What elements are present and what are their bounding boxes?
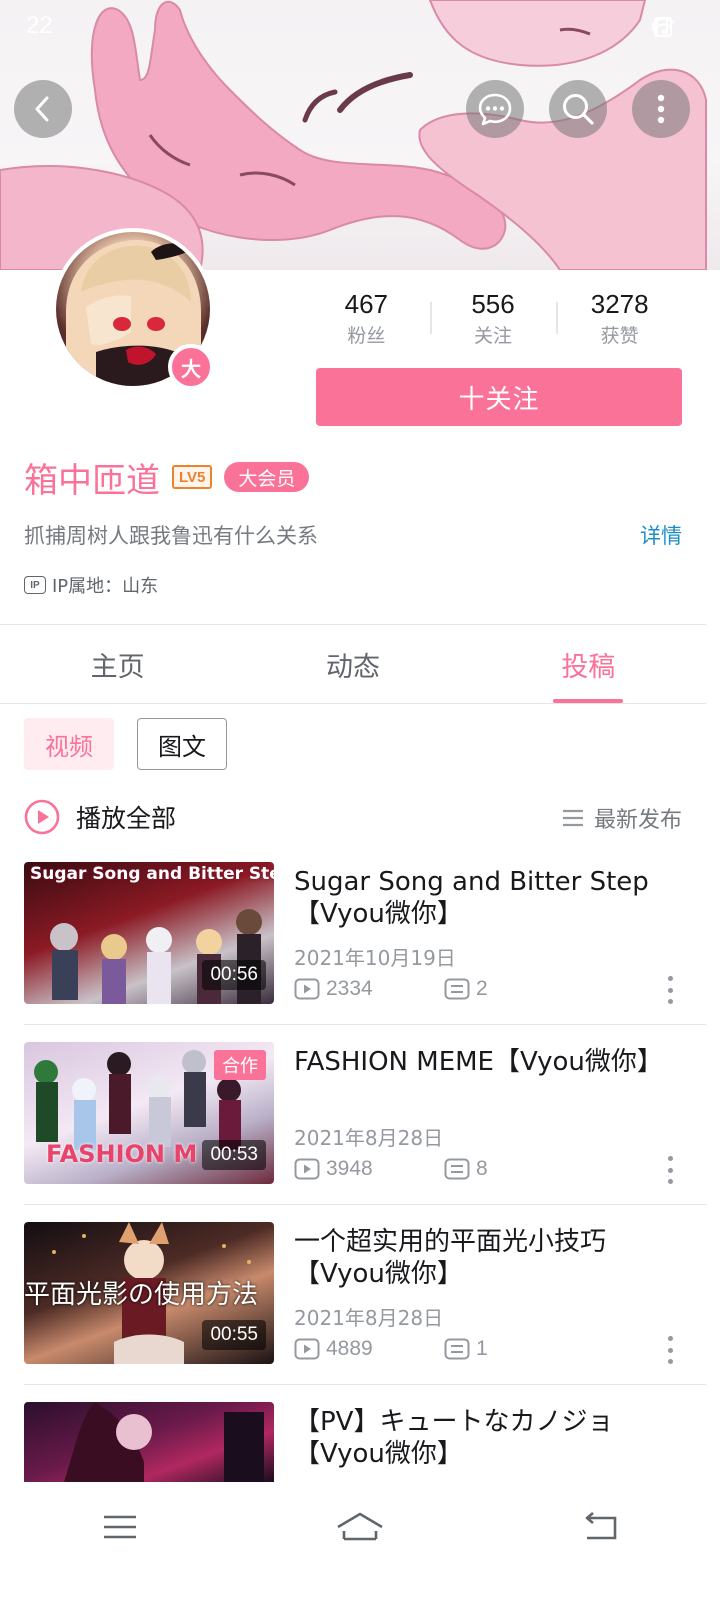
thumbnail-caption: 平面光影の使用方法 [24,1280,259,1310]
profile-tabs: 主页 动态 投稿 [0,625,706,703]
video-views: 2334 [294,977,444,1001]
tab-dynamic[interactable]: 动态 [235,625,470,703]
more-vertical-icon[interactable] [664,1156,676,1184]
follow-button[interactable]: 十关注 [316,368,682,426]
tab-uploads[interactable]: 投稿 [471,625,706,703]
return-icon [585,1512,617,1540]
chevron-left-icon [35,96,49,122]
search-icon [563,94,594,125]
username: 箱中匝道 [24,460,160,501]
video-list: Sugar Song and Bitter Step 00:56 Sugar S… [0,862,706,1482]
video-item[interactable]: 【PV】キュートなカノジョ【Vyou微你】 [0,1384,706,1482]
video-thumbnail[interactable]: 平面光影の使用方法 00:55 [24,1222,274,1364]
big-vip-badge: 大 [168,344,214,390]
filter-article[interactable]: 图文 [137,718,227,770]
stat-fans[interactable]: 467 粉丝 [303,286,430,352]
play-circle-icon [24,799,60,835]
stat-value: 467 [344,289,389,319]
ip-location: IP IP属地：山东 [24,572,158,598]
username-row: 箱中匝道 LV5 大会员 [24,452,310,502]
home-icon [337,1512,383,1541]
collab-tag: 合作 [214,1050,266,1080]
video-date: 2021年10月19日 [294,946,456,970]
video-item[interactable]: Sugar Song and Bitter Step 00:56 Sugar S… [0,862,706,1042]
thumbnail-caption: FASHION M [46,1140,198,1168]
video-thumbnail[interactable]: FASHION M 合作 00:53 [24,1042,274,1184]
video-title[interactable]: 【PV】キュートなカノジョ【Vyou微你】 [294,1406,654,1470]
video-comments: 2 [444,977,488,1001]
play-count-icon [294,978,320,1000]
comment-count-icon [444,1338,470,1360]
stat-value: 556 [471,289,515,319]
video-meta: 3948 8 [294,1154,488,1184]
stat-following[interactable]: 556 关注 [429,286,557,352]
message-button[interactable] [466,80,524,138]
user-signature: 抓捕周树人跟我鲁迅有什么关系 [24,524,318,548]
video-duration: 00:55 [202,1320,266,1350]
list-icon [562,809,583,827]
stat-value: 3278 [590,289,649,319]
more-vertical-icon[interactable] [664,976,676,1004]
divider [0,703,706,704]
view-count: 2334 [326,977,373,1000]
video-comments: 1 [444,1337,488,1361]
profile-banner[interactable]: 22 [0,0,720,270]
video-meta: 4889 1 [294,1334,488,1364]
sort-label: 最新发布 [593,808,682,833]
view-count: 4889 [326,1337,373,1360]
play-count-icon [294,1158,320,1180]
play-all-label: 播放全部 [76,804,177,833]
tab-home[interactable]: 主页 [0,625,235,703]
nav-menu-button[interactable] [0,1486,240,1568]
video-thumbnail[interactable]: Sugar Song and Bitter Step 00:56 [24,862,274,1004]
vip-badge[interactable]: 大会员 [224,462,310,492]
stat-label: 获赞 [600,325,639,347]
stat-likes[interactable]: 3278 获赞 [556,286,683,352]
video-duration: 00:53 [202,1140,266,1170]
video-item[interactable]: 平面光影の使用方法 00:55 一个超实用的平面光小技巧【Vyou微你】 202… [0,1204,706,1402]
more-vertical-icon[interactable] [664,1336,676,1364]
video-comments: 8 [444,1157,488,1181]
view-count: 3948 [326,1157,373,1180]
thumbnail-art [64,1402,264,1482]
nav-home-button[interactable] [240,1486,480,1568]
video-date: 2021年8月28日 [294,1126,444,1150]
ip-location-text: IP属地：山东 [52,576,159,597]
video-views: 4889 [294,1337,444,1361]
video-views: 3948 [294,1157,444,1181]
menu-icon [104,1515,136,1539]
search-button[interactable] [549,80,607,138]
comment-count-icon [444,978,470,1000]
profile-stats: 467 粉丝 556 关注 3278 获赞 [303,286,683,352]
stat-label: 关注 [474,325,513,347]
filter-video[interactable]: 视频 [24,718,114,770]
video-meta: 2334 2 [294,974,488,1004]
comment-count: 2 [476,977,488,1000]
stat-label: 粉丝 [347,325,386,347]
nav-back-button[interactable] [480,1486,720,1568]
comment-count: 8 [476,1157,488,1180]
back-button[interactable] [14,80,72,138]
more-button[interactable] [632,80,690,138]
play-all-button[interactable]: 播放全部 [24,796,176,838]
ip-icon: IP [24,576,46,594]
level-badge: LV5 [172,465,213,489]
video-date: 2021年8月28日 [294,1306,444,1330]
comment-count: 1 [476,1337,488,1360]
more-vertical-icon [657,94,665,124]
video-thumbnail[interactable] [24,1402,274,1482]
chat-bubble-icon [478,93,512,126]
status-bar: 22 [0,0,720,54]
sort-dropdown[interactable]: 最新发布 [562,800,682,836]
comment-count-icon [444,1158,470,1180]
video-title[interactable]: FASHION MEME【Vyou微你】 [294,1046,663,1078]
play-count-icon [294,1338,320,1360]
video-duration: 00:56 [202,960,266,990]
video-item[interactable]: FASHION M 合作 00:53 FASHION MEME【Vyou微你】 … [0,1024,706,1222]
system-nav-bar [0,1486,720,1568]
video-title[interactable]: Sugar Song and Bitter Step【Vyou微你】 [294,866,654,930]
detail-link[interactable]: 详情 [640,520,682,550]
video-title[interactable]: 一个超实用的平面光小技巧【Vyou微你】 [294,1226,654,1290]
status-time: 22 [26,12,53,39]
